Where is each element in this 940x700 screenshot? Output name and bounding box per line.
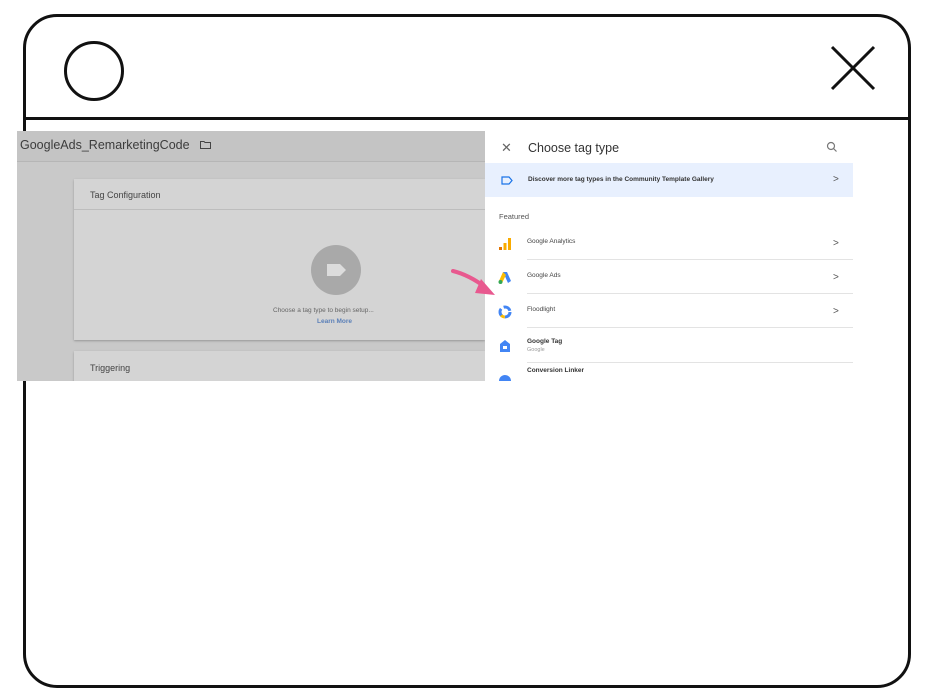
gtm-screenshot: GoogleAds_RemarketingCode Tag Configurat… bbox=[17, 131, 853, 381]
tag-type-label: Google Ads bbox=[527, 272, 561, 279]
tag-editor-header: GoogleAds_RemarketingCode bbox=[17, 131, 485, 162]
close-icon[interactable]: ✕ bbox=[501, 140, 512, 156]
triggering-card[interactable]: Triggering bbox=[74, 351, 485, 381]
tag-editor-pane: GoogleAds_RemarketingCode Tag Configurat… bbox=[17, 131, 485, 381]
row-divider bbox=[527, 327, 853, 328]
chevron-right-icon: > bbox=[833, 272, 839, 283]
tag-type-label: Google Tag bbox=[527, 338, 563, 345]
tag-type-label: Google Analytics bbox=[527, 238, 576, 245]
community-banner-text: Discover more tag types in the Community… bbox=[528, 176, 714, 183]
panel-title: Choose tag type bbox=[528, 141, 620, 155]
close-x-icon[interactable] bbox=[828, 43, 878, 93]
google-ads-icon bbox=[498, 272, 511, 284]
floodlight-icon bbox=[498, 305, 512, 319]
choose-tag-type-panel: ✕ Choose tag type Discover more tag type… bbox=[485, 131, 853, 381]
conversion-linker-icon bbox=[499, 375, 511, 381]
featured-section-label: Featured bbox=[499, 212, 530, 221]
tag-type-label: Floodlight bbox=[527, 306, 556, 313]
folder-icon[interactable] bbox=[200, 140, 211, 149]
tag-type-placeholder-icon[interactable] bbox=[311, 245, 361, 295]
tag-type-google-ads[interactable]: Google Ads > bbox=[485, 261, 853, 294]
tag-type-vendor: Google bbox=[527, 347, 545, 353]
frame-header bbox=[26, 17, 908, 120]
tag-configuration-card[interactable]: Tag Configuration Choose a tag type to b… bbox=[74, 179, 485, 340]
triggering-title: Triggering bbox=[90, 363, 131, 373]
chevron-right-icon: > bbox=[833, 238, 839, 249]
tag-outline-icon bbox=[501, 176, 513, 185]
google-analytics-icon bbox=[499, 238, 511, 250]
tag-type-google-tag[interactable]: Google Tag Google bbox=[485, 329, 853, 363]
row-divider bbox=[527, 259, 853, 260]
tag-type-floodlight[interactable]: Floodlight > bbox=[485, 295, 853, 328]
row-divider bbox=[527, 293, 853, 294]
row-divider bbox=[527, 362, 853, 363]
learn-more-link[interactable]: Learn More bbox=[317, 318, 352, 325]
chevron-right-icon: > bbox=[833, 306, 839, 317]
circle-icon[interactable] bbox=[64, 41, 124, 101]
tag-type-conversion-linker[interactable]: Conversion Linker bbox=[485, 364, 853, 381]
community-template-gallery-banner[interactable]: Discover more tag types in the Community… bbox=[485, 163, 853, 197]
tag-type-google-analytics[interactable]: Google Analytics > bbox=[485, 227, 853, 260]
chevron-right-icon: > bbox=[833, 174, 839, 185]
card-divider bbox=[74, 209, 485, 210]
tag-configuration-title: Tag Configuration bbox=[90, 190, 161, 200]
google-tag-icon bbox=[500, 340, 510, 352]
choose-tag-prompt: Choose a tag type to begin setup... bbox=[273, 307, 374, 314]
tag-name-field[interactable]: GoogleAds_RemarketingCode bbox=[20, 138, 190, 152]
search-icon[interactable] bbox=[826, 141, 838, 153]
tag-type-label: Conversion Linker bbox=[527, 367, 585, 374]
